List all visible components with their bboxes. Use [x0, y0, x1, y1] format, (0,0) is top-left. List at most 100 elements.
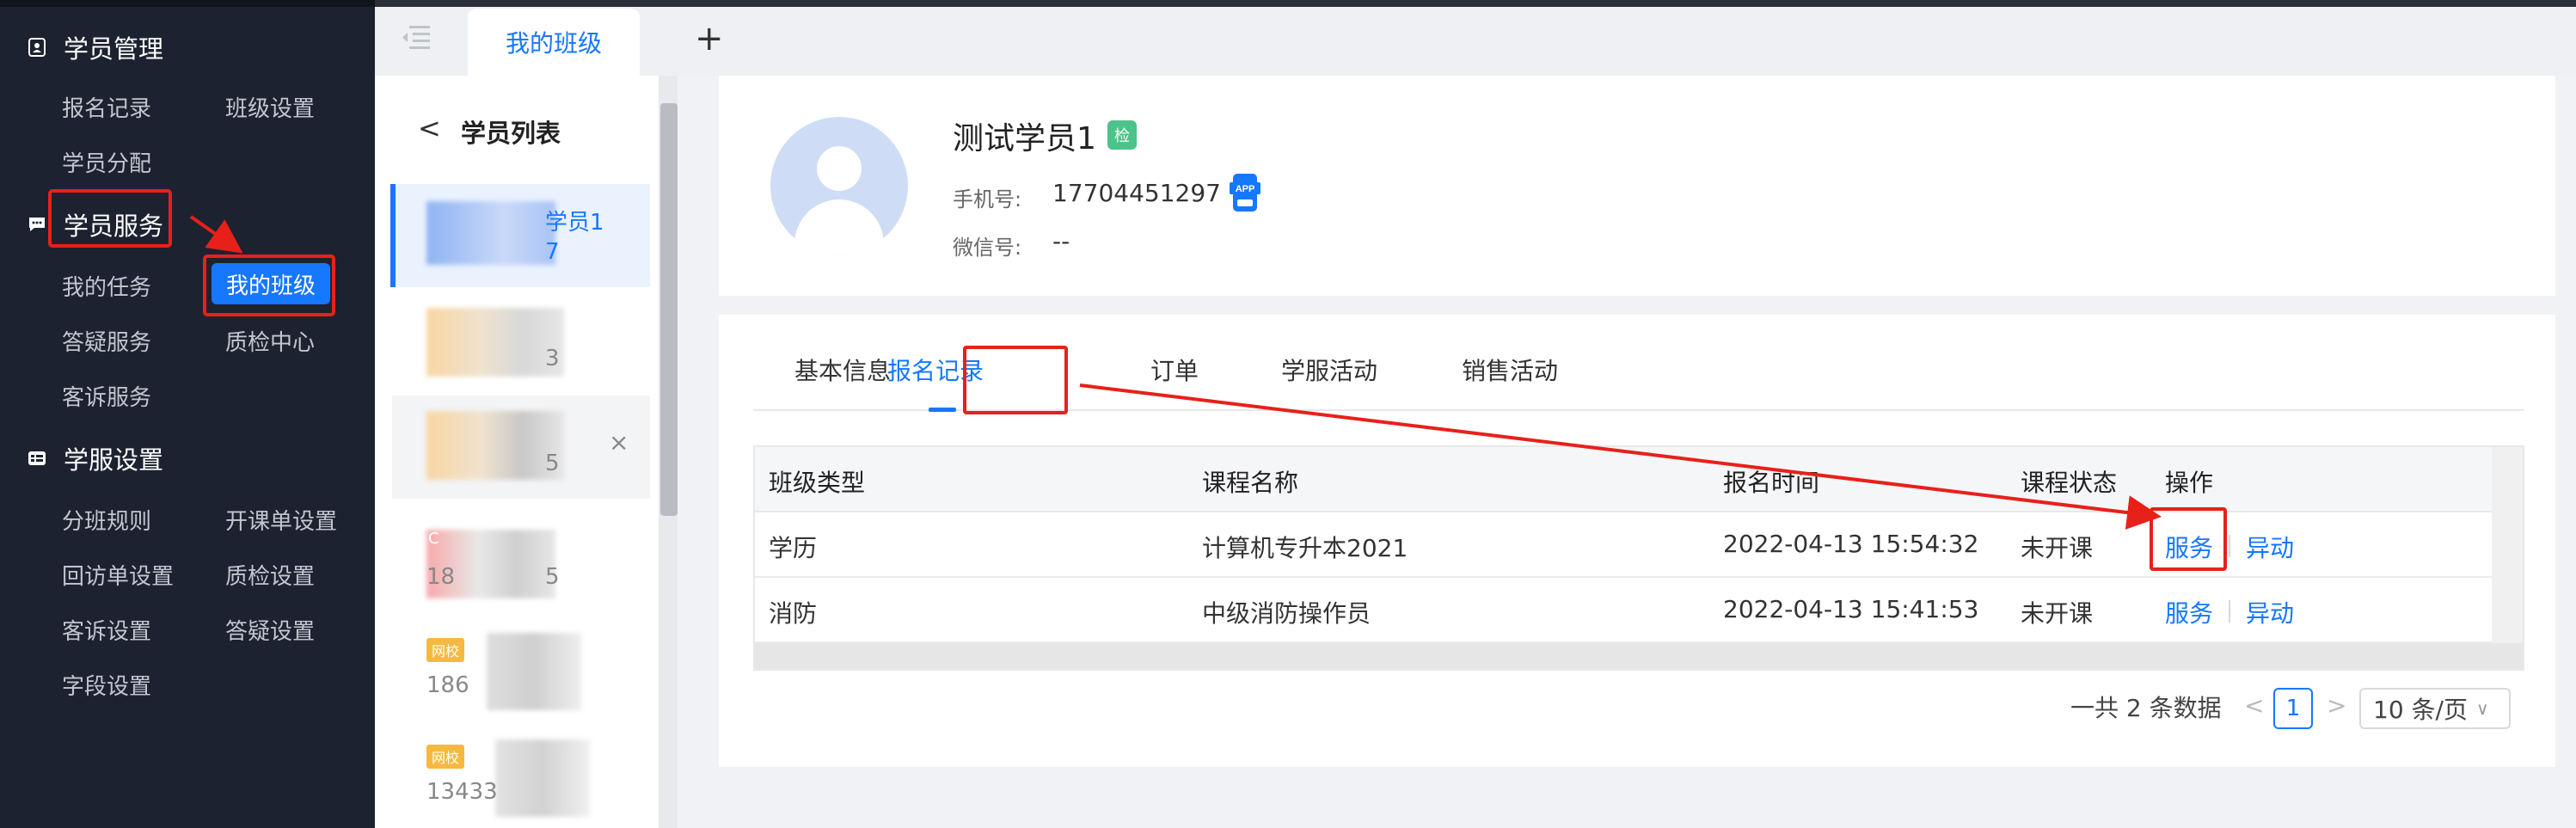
add-tab-button[interactable]: +: [695, 19, 724, 58]
collapse-menu-icon[interactable]: [401, 24, 432, 55]
enroll-records-table: 班级类型 课程名称 报名时间 课程状态 操作 学历 计算机专升本2021 202…: [753, 445, 2524, 671]
phone-value: 17704451297: [1052, 179, 1221, 207]
sidebar-item-complaint-service[interactable]: 客诉服务: [62, 380, 151, 412]
student-phone: 5: [545, 451, 560, 476]
cell-course-name: 计算机专升本2021: [1202, 534, 1408, 562]
tab-sales-activities[interactable]: 销售活动: [1462, 353, 1558, 387]
page-size-value: 10 条/页: [2373, 696, 2468, 724]
wechat-value: --: [1052, 227, 1070, 255]
student-tag: C: [428, 530, 439, 548]
blurred-avatar: [426, 411, 564, 480]
cell-course-status: 未开课: [2021, 599, 2094, 628]
app-badge-text: APP: [1236, 184, 1255, 194]
tab-service-activities[interactable]: 学服活动: [1281, 353, 1377, 387]
student-name: 学员1: [545, 210, 604, 236]
change-button[interactable]: 异动: [2246, 530, 2294, 564]
column-header: 报名时间: [1723, 469, 1820, 497]
close-icon[interactable]: ×: [609, 428, 629, 457]
column-header: 班级类型: [769, 469, 866, 497]
sidebar-section-service-settings[interactable]: 学服设置: [26, 440, 163, 476]
blurred-avatar: [487, 633, 581, 710]
chevron-down-icon: ∨: [2475, 698, 2489, 719]
student-phone: 13433: [426, 779, 498, 805]
sidebar-item-qa-service[interactable]: 答疑服务: [62, 325, 151, 357]
sidebar-section-student-management[interactable]: 学员管理: [26, 29, 163, 65]
pagination-total: 一共 2 条数据: [2070, 694, 2222, 722]
table-row: 学历 计算机专升本2021 2022-04-13 15:54:32 未开课 服务…: [755, 512, 2523, 578]
next-page-icon[interactable]: >: [2327, 691, 2346, 720]
column-header: 操作: [2165, 469, 2214, 497]
action-separator: [2229, 600, 2230, 623]
app-phone-icon: APP: [1230, 174, 1260, 212]
student-phone-suffix: 5: [545, 564, 560, 590]
sidebar-item-class-settings[interactable]: 班级设置: [225, 91, 315, 123]
avatar-body: [794, 199, 884, 255]
sidebar-item-qc-center[interactable]: 质检中心: [225, 325, 315, 357]
annotation-box-student-service: [48, 189, 172, 248]
sidebar-item-revisit-settings[interactable]: 回访单设置: [62, 559, 174, 591]
annotation-box-enroll-tab: [963, 346, 1068, 414]
student-phone: 186: [426, 672, 469, 698]
tab-orders[interactable]: 订单: [1150, 353, 1199, 387]
student-list-item[interactable]: 5 ×: [392, 396, 650, 499]
contact-card-icon: [26, 36, 48, 58]
sidebar-item-my-tasks[interactable]: 我的任务: [62, 270, 151, 302]
cell-course-status: 未开课: [2021, 534, 2094, 562]
table-row: 消防 中级消防操作员 2022-04-13 15:41:53 未开课 服务 异动: [755, 578, 2523, 643]
cell-class-type: 消防: [769, 599, 818, 628]
page-number-button[interactable]: 1: [2273, 688, 2313, 729]
active-tab-indicator: [929, 408, 956, 412]
sidebar-item-qa-settings[interactable]: 答疑设置: [225, 614, 315, 646]
campus-badge: 网校: [426, 638, 465, 662]
tab-my-class[interactable]: 我的班级: [468, 9, 640, 76]
student-list-scrollbar[interactable]: [660, 103, 678, 516]
student-profile-card: 测试学员1 检 手机号: 17704451297 APP 微信号: --: [719, 76, 2555, 296]
change-button[interactable]: 异动: [2246, 595, 2294, 629]
cell-course-name: 中级消防操作员: [1202, 599, 1371, 628]
cell-enroll-time: 2022-04-13 15:41:53: [1723, 595, 1979, 623]
tab-basic-info[interactable]: 基本信息: [794, 353, 891, 387]
page-size-select[interactable]: 10 条/页 ∨: [2359, 688, 2511, 729]
sidebar-item-qc-settings[interactable]: 质检设置: [225, 559, 315, 591]
blurred-avatar: [495, 739, 590, 817]
annotation-box-service-button: [2150, 507, 2227, 571]
tab-bar-top-strip: [375, 0, 2576, 7]
annotation-box-my-class: [203, 255, 335, 316]
service-button[interactable]: 服务: [2165, 595, 2213, 629]
sidebar-item-field-settings[interactable]: 字段设置: [62, 669, 151, 701]
table-header: 班级类型 课程名称 报名时间 课程状态 操作: [755, 447, 2523, 512]
sidebar-item-open-order-settings[interactable]: 开课单设置: [225, 504, 337, 536]
sidebar-item-enroll-records[interactable]: 报名记录: [62, 91, 151, 123]
table-vertical-scrollbar[interactable]: [2492, 447, 2523, 643]
wechat-label: 微信号:: [953, 236, 1022, 260]
back-chevron-icon[interactable]: <: [418, 112, 441, 144]
student-name: 测试学员1: [953, 121, 1096, 156]
student-list-title: 学员列表: [461, 119, 561, 148]
sidebar-section-label: 学服设置: [64, 445, 164, 475]
tab-bar: 我的班级 +: [375, 0, 2576, 76]
student-phone: 18: [426, 564, 456, 590]
cell-enroll-time: 2022-04-13 15:54:32: [1723, 530, 1979, 558]
student-list-item[interactable]: 3: [392, 292, 650, 396]
table-horizontal-scrollbar[interactable]: [755, 643, 2523, 669]
student-phone: 7: [545, 239, 560, 265]
sidebar: 学员管理 报名记录 班级设置 学员分配 学员服务 我的任务 我的班级 答疑服务 …: [0, 0, 375, 828]
avatar-head: [817, 146, 862, 191]
sidebar-item-class-rules[interactable]: 分班规则: [62, 504, 151, 536]
chat-bubble-icon: [26, 213, 48, 236]
student-list-item[interactable]: 学员1 7: [390, 184, 650, 287]
student-list-item[interactable]: 网校 13433: [392, 722, 650, 825]
settings-card-icon: [26, 447, 48, 469]
column-header: 课程状态: [2021, 469, 2118, 497]
student-list-item[interactable]: C 18 5: [392, 507, 650, 610]
blurred-avatar: [426, 201, 555, 265]
phone-label: 手机号:: [953, 187, 1022, 212]
sidebar-item-complaint-settings[interactable]: 客诉设置: [62, 614, 151, 646]
action-separator: [2229, 535, 2230, 557]
column-header: 课程名称: [1202, 469, 1299, 497]
sidebar-item-student-assign[interactable]: 学员分配: [62, 146, 151, 178]
blurred-avatar: [426, 308, 564, 377]
prev-page-icon[interactable]: <: [2244, 691, 2264, 720]
student-list-item[interactable]: 网校 186: [392, 616, 650, 719]
sidebar-top-strip: [0, 0, 375, 7]
